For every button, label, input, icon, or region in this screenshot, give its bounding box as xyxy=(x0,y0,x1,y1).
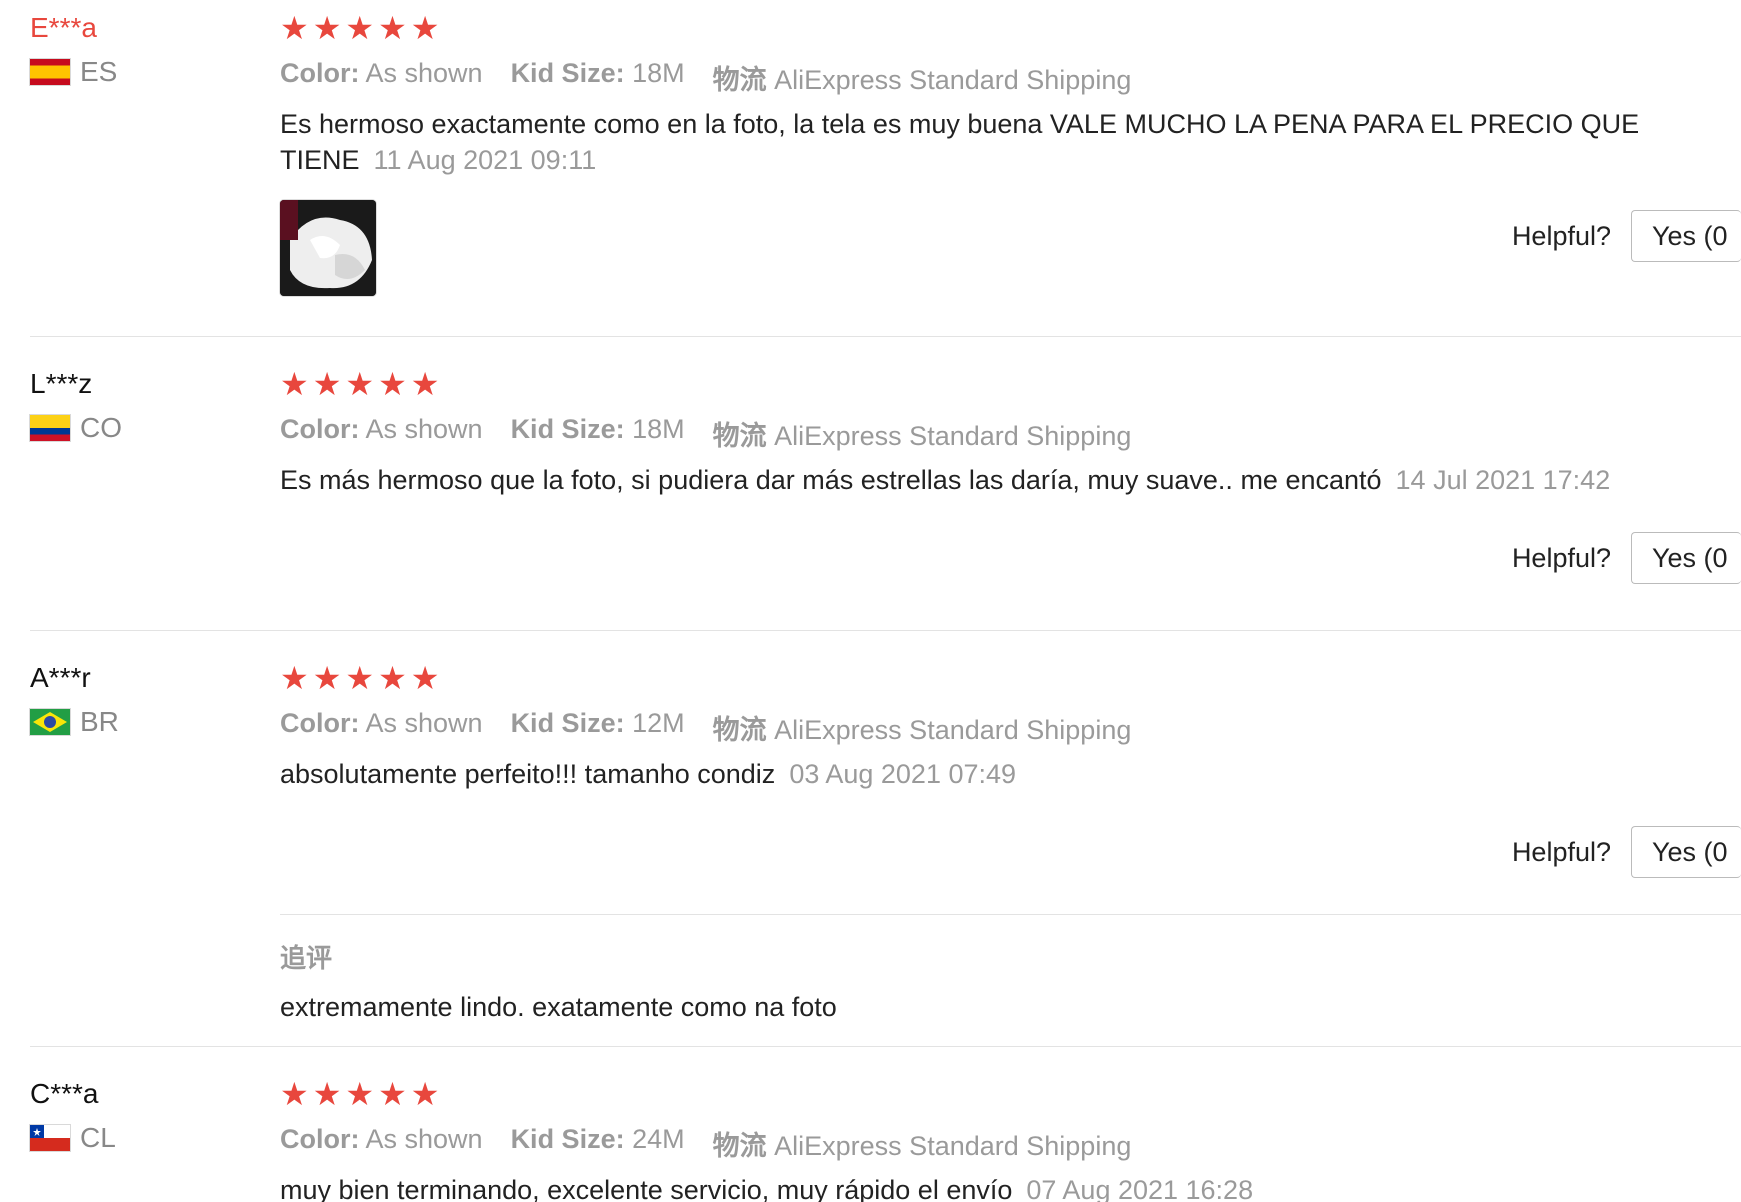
colombia-flag-icon xyxy=(30,415,70,441)
reviewer-name[interactable]: A***r xyxy=(30,662,91,694)
chile-flag-icon xyxy=(30,1125,70,1151)
helpful-section: Helpful? Yes (0 xyxy=(1512,210,1741,262)
review-text: Es más hermoso que la foto, si pudiera d… xyxy=(280,465,1611,495)
review-divider xyxy=(30,1046,1741,1047)
reviewer-name[interactable]: E***a xyxy=(30,12,97,44)
reviewer-info: E***a ES xyxy=(30,12,117,87)
star-icon: ★ xyxy=(378,660,407,696)
reviewer-country: ES xyxy=(30,56,117,88)
star-icon: ★ xyxy=(345,1076,375,1112)
additional-review-label: 追评 xyxy=(280,943,333,973)
color-attr: Color: As shown xyxy=(280,58,483,88)
reviewer-country: CO xyxy=(30,412,122,444)
star-icon: ★ xyxy=(280,1076,309,1112)
star-rating: ★ ★ ★ ★ ★ xyxy=(280,12,1741,44)
review-text: absolutamente perfeito!!! tamanho condiz… xyxy=(280,759,1017,789)
helpful-label: Helpful? xyxy=(1511,836,1611,867)
reviews-page: E***a ES ★ ★ ★ ★ ★ Color: As shown Kid Size:… xyxy=(0,0,1741,1202)
star-rating: ★ ★ ★ ★ ★ xyxy=(280,662,1741,694)
reviewer-name[interactable]: L***z xyxy=(30,368,92,400)
helpful-yes-button[interactable]: Yes (0 xyxy=(1631,826,1741,878)
review-meta: Color: As shown Kid Size: 24M 物流 AliExpr… xyxy=(280,1124,1131,1163)
star-icon: ★ xyxy=(280,10,309,46)
star-icon: ★ xyxy=(410,1076,440,1112)
shipping-attr: 物流 AliExpress Standard Shipping xyxy=(712,421,1132,451)
star-rating: ★ ★ ★ ★ ★ xyxy=(280,1078,1741,1110)
reviewer-name[interactable]: C***a xyxy=(30,1078,98,1110)
reviewer-country: BR xyxy=(30,706,119,738)
helpful-section: Helpful? Yes (0 xyxy=(1512,532,1741,584)
reviewer-country: CL xyxy=(30,1122,116,1154)
review-date: 11 Aug 2021 09:11 xyxy=(373,145,597,175)
star-icon: ★ xyxy=(312,1076,342,1112)
helpful-label: Helpful? xyxy=(1511,220,1611,251)
size-attr: Kid Size: 18M xyxy=(510,414,685,444)
brazil-flag-icon xyxy=(30,709,70,735)
star-icon: ★ xyxy=(378,10,407,46)
reviewer-info: L***z CO xyxy=(30,368,122,443)
helpful-yes-button[interactable]: Yes (0 xyxy=(1631,532,1741,584)
star-icon: ★ xyxy=(378,366,407,402)
star-icon: ★ xyxy=(312,660,342,696)
review-item: A***r BR ★ ★ ★ ★ ★ Color: As shown Kid Size:… xyxy=(0,662,1741,1042)
review-content: ★ ★ ★ ★ ★ Color: As shown Kid Size: 18M 物流 A… xyxy=(280,12,1741,296)
review-divider xyxy=(30,630,1741,631)
reviewer-info: C***a CL xyxy=(30,1078,116,1153)
review-meta: Color: As shown Kid Size: 18M 物流 AliExpr… xyxy=(280,58,1131,97)
star-icon: ★ xyxy=(345,10,375,46)
size-attr: Kid Size: 12M xyxy=(510,708,685,738)
review-item: E***a ES ★ ★ ★ ★ ★ Color: As shown Kid Size:… xyxy=(0,12,1741,332)
review-date: 07 Aug 2021 16:28 xyxy=(1026,1175,1254,1202)
review-date: 03 Aug 2021 07:49 xyxy=(789,759,1017,789)
star-icon: ★ xyxy=(410,660,440,696)
star-icon: ★ xyxy=(312,10,342,46)
reviewer-info: A***r BR xyxy=(30,662,119,737)
country-code: ES xyxy=(80,56,118,87)
spain-flag-icon xyxy=(30,59,70,85)
star-icon: ★ xyxy=(378,1076,407,1112)
country-code: BR xyxy=(80,706,119,737)
review-photo-thumbnail[interactable] xyxy=(280,200,376,296)
helpful-label: Helpful? xyxy=(1511,542,1611,573)
size-attr: Kid Size: 18M xyxy=(510,58,685,88)
helpful-yes-button[interactable]: Yes (0 xyxy=(1631,210,1741,262)
review-date: 14 Jul 2021 17:42 xyxy=(1395,465,1611,495)
shipping-attr: 物流 AliExpress Standard Shipping xyxy=(712,1131,1132,1161)
shipping-attr: 物流 AliExpress Standard Shipping xyxy=(712,65,1132,95)
star-icon: ★ xyxy=(280,366,309,402)
star-icon: ★ xyxy=(312,366,342,402)
color-attr: Color: As shown xyxy=(280,708,483,738)
helpful-section: Helpful? Yes (0 xyxy=(1512,826,1741,878)
size-attr: Kid Size: 24M xyxy=(510,1124,685,1154)
review-content: ★ ★ ★ ★ ★ Color: As shown Kid Size: 18M 物流 A… xyxy=(280,368,1741,495)
country-code: CO xyxy=(80,412,122,443)
photo-image xyxy=(280,200,376,296)
review-item: L***z CO ★ ★ ★ ★ ★ Color: As shown Kid Size:… xyxy=(0,368,1741,628)
star-icon: ★ xyxy=(410,10,440,46)
country-code: CL xyxy=(80,1122,116,1153)
color-attr: Color: As shown xyxy=(280,1124,483,1154)
color-attr: Color: As shown xyxy=(280,414,483,444)
star-icon: ★ xyxy=(345,366,375,402)
additional-review-text: extremamente lindo. exatamente como na f… xyxy=(280,992,837,1022)
star-icon: ★ xyxy=(345,660,375,696)
star-icon: ★ xyxy=(280,660,309,696)
review-content: ★ ★ ★ ★ ★ Color: As shown Kid Size: 12M 物流 A… xyxy=(280,662,1741,789)
star-rating: ★ ★ ★ ★ ★ xyxy=(280,368,1741,400)
star-icon: ★ xyxy=(410,366,440,402)
review-content: ★ ★ ★ ★ ★ Color: As shown Kid Size: 24M 物流 A… xyxy=(280,1078,1741,1202)
shipping-attr: 物流 AliExpress Standard Shipping xyxy=(712,715,1132,745)
review-meta: Color: As shown Kid Size: 12M 物流 AliExpr… xyxy=(280,708,1131,747)
review-meta: Color: As shown Kid Size: 18M 物流 AliExpr… xyxy=(280,414,1131,453)
additional-review-divider xyxy=(280,914,1741,915)
review-divider xyxy=(30,336,1741,337)
review-text: muy bien terminando, excelente servicio,… xyxy=(280,1172,1720,1202)
review-item: C***a CL ★ ★ ★ ★ ★ Color: As shown Kid Size:… xyxy=(0,1078,1741,1202)
review-text: Es hermoso exactamente como en la foto, … xyxy=(280,109,1640,175)
